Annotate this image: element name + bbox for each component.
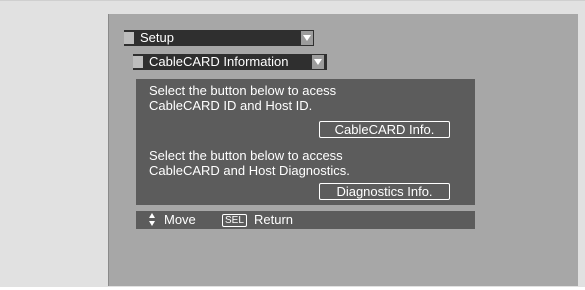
- instruction-text-1a: Select the button below to acess: [149, 83, 337, 98]
- cablecard-info-button[interactable]: CableCARD Info.: [319, 121, 450, 138]
- menu-tab-icon: [124, 32, 134, 44]
- footer-bar: Move SEL Return: [136, 211, 475, 229]
- cablecard-info-menu-bar[interactable]: CableCARD Information: [133, 54, 327, 70]
- up-down-arrows-icon: [149, 213, 157, 227]
- chevron-down-icon[interactable]: [312, 55, 324, 69]
- move-label: Move: [164, 212, 196, 227]
- menu-tab-icon: [133, 56, 143, 68]
- cablecard-info-title: CableCARD Information: [149, 54, 289, 69]
- setup-menu-bar[interactable]: Setup: [124, 30, 314, 46]
- return-label: Return: [254, 212, 294, 227]
- chevron-down-icon[interactable]: [301, 31, 313, 45]
- instruction-text-1b: CableCARD ID and Host ID.: [149, 98, 313, 113]
- instruction-text-2b: CableCARD and Host Diagnostics.: [149, 163, 350, 178]
- info-panel: Select the button below to acess CableCA…: [136, 79, 475, 205]
- sel-key: SEL: [222, 214, 247, 227]
- diagnostics-info-button[interactable]: Diagnostics Info.: [319, 183, 450, 200]
- setup-title: Setup: [140, 30, 174, 45]
- instruction-text-2a: Select the button below to access: [149, 148, 343, 163]
